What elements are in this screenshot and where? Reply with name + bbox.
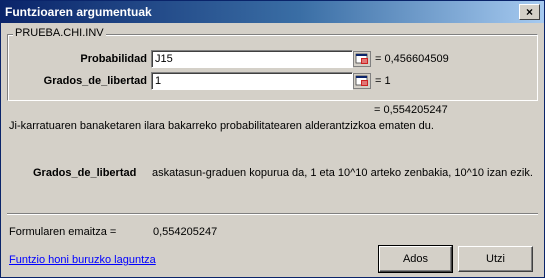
close-icon: ×: [525, 5, 533, 19]
formula-result-label: Formularen emaitza =: [9, 226, 117, 238]
grados-de-libertad-input[interactable]: 1: [151, 72, 353, 90]
separator: [7, 213, 538, 215]
probabilidad-input[interactable]: J15: [151, 50, 353, 68]
ok-button[interactable]: Ados: [378, 245, 453, 273]
probabilidad-result: = 0,456604509: [375, 53, 449, 65]
close-button[interactable]: ×: [519, 4, 540, 20]
formula-result-value: 0,554205247: [153, 226, 218, 238]
collapse-dialog-icon[interactable]: [353, 51, 371, 67]
arg-help-name: Grados_de_libertad: [33, 167, 137, 179]
function-description: Ji-karratuaren banaketaren ilara bakarre…: [9, 120, 434, 132]
function-name: PRUEBA.CHI.INV: [13, 27, 106, 39]
arg-label-probabilidad: Probabilidad: [80, 53, 147, 65]
arg-label-grados-de-libertad: Grados_de_libertad: [43, 75, 147, 87]
title-bar[interactable]: Funtzioaren argumentuak ×: [1, 1, 544, 23]
grados-de-libertad-result: = 1: [375, 75, 391, 87]
window-title: Funtzioaren argumentuak: [5, 5, 152, 19]
function-arguments-dialog: Funtzioaren argumentuak × PRUEBA.CHI.INV…: [0, 0, 545, 278]
cancel-button[interactable]: Utzi: [458, 246, 533, 272]
arg-help-text: askatasun-graduen kopurua da, 1 eta 10^1…: [152, 167, 533, 179]
function-result: = 0,554205247: [374, 104, 448, 116]
function-help-link[interactable]: Funtzio honi buruzko laguntza: [9, 254, 156, 266]
collapse-dialog-icon[interactable]: [353, 73, 371, 89]
